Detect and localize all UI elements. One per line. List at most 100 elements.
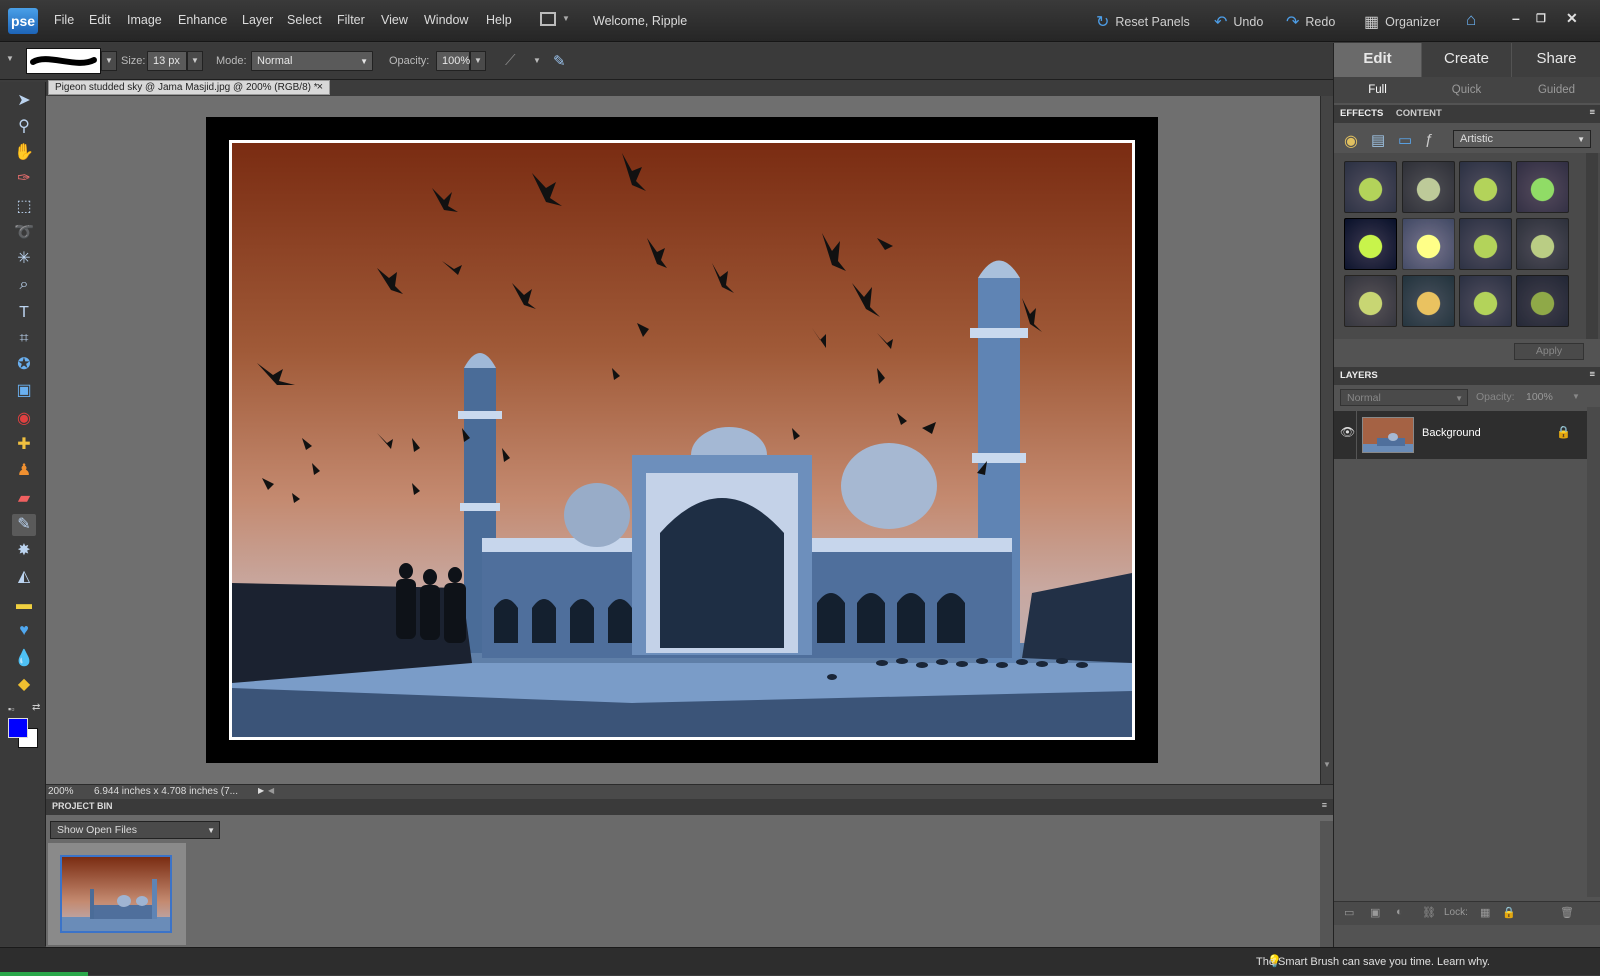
effect-thumbnail[interactable] [1516,275,1569,327]
smart-brush-hint[interactable]: The Smart Brush can save you time. Learn… [1256,956,1490,968]
lock-all-icon[interactable]: 🔒 [1502,906,1516,919]
subtab-guided[interactable]: Guided [1512,79,1600,101]
smart-brush-tool-icon[interactable]: ✸ [12,540,36,562]
reset-panels-button[interactable]: ↻ Reset Panels [1096,12,1190,32]
size-slider-dropdown[interactable]: ▼ [187,51,203,71]
effect-thumbnail[interactable] [1344,161,1397,213]
type-tool-icon[interactable]: T [12,302,36,324]
layer-name[interactable]: Background [1422,427,1481,439]
crop-tool-icon[interactable]: ⌗ [12,328,36,350]
effects-category-select[interactable]: Artistic ▼ [1453,130,1591,148]
minimize-icon[interactable]: – [1512,10,1520,26]
effect-thumbnail[interactable] [1516,161,1569,213]
chevron-down-icon[interactable]: ▼ [562,14,570,23]
zoom-tool-icon[interactable]: ⚲ [12,116,36,138]
effect-thumbnail[interactable] [1459,218,1512,270]
undo-button[interactable]: ↶ Undo [1214,12,1263,32]
marquee-tool-icon[interactable]: ⬚ [12,196,36,218]
effect-thumbnail[interactable] [1459,161,1512,213]
eye-icon[interactable]: 👁 [1340,425,1355,439]
organizer-button[interactable]: ▦ Organizer [1364,12,1440,32]
project-bin-select[interactable]: Show Open Files ▼ [50,821,220,839]
eyedropper-tool-icon[interactable]: ✑ [12,168,36,190]
brush-tool-icon[interactable]: ✎ [12,514,36,536]
blur-tool-icon[interactable]: 💧 [12,648,36,670]
half-circle-icon[interactable]: ◐ [1396,906,1403,918]
panel-menu-icon[interactable]: ≡ [1589,369,1595,380]
layer-row-background[interactable]: 👁 Background 🔒 [1334,411,1587,459]
recompose-tool-icon[interactable]: ▣ [12,380,36,402]
chevron-down-icon[interactable]: ▼ [533,56,541,65]
menu-layer[interactable]: Layer [242,13,273,27]
size-field[interactable]: 13 px [147,51,187,71]
sponge-tool-icon[interactable]: ◆ [12,674,36,696]
adjustment-layer-icon[interactable]: ▣ [1370,906,1380,919]
tab-effects[interactable]: EFFECTS [1340,108,1383,119]
status-menu-icon[interactable]: ▶ [258,786,264,795]
tab-share[interactable]: Share [1512,43,1600,77]
layer-opacity-field[interactable]: 100% [1524,389,1564,406]
tool-preset-dropdown[interactable]: ▼ [6,54,14,63]
apply-button[interactable]: Apply [1514,343,1584,360]
clone-stamp-tool-icon[interactable]: ♟ [12,460,36,482]
effect-thumbnail[interactable] [1344,275,1397,327]
panel-menu-icon[interactable]: ≡ [1322,800,1327,810]
open-file-thumbnail[interactable] [48,843,186,945]
opacity-field[interactable]: 100% [436,51,470,71]
paint-bucket-tool-icon[interactable]: ◭ [12,566,36,588]
menu-image[interactable]: Image [127,13,162,27]
menu-file[interactable]: File [54,13,74,27]
effect-thumbnail[interactable] [1344,218,1397,270]
menu-help[interactable]: Help [486,13,512,27]
layers-scrollbar[interactable] [1587,407,1600,897]
new-layer-icon[interactable]: ▭ [1344,906,1354,919]
opacity-slider-dropdown[interactable]: ▼ [470,51,486,71]
subtab-full[interactable]: Full [1334,79,1421,101]
scroll-down-icon[interactable]: ▼ [1323,760,1331,769]
foreground-color-swatch[interactable] [8,718,28,738]
mode-select[interactable]: Normal ▼ [251,51,373,71]
blend-mode-select[interactable]: Normal ▼ [1340,389,1468,406]
menu-window[interactable]: Window [424,13,468,27]
menu-edit[interactable]: Edit [89,13,111,27]
lock-transparent-icon[interactable]: ▦ [1480,906,1490,919]
brush-picker-dropdown[interactable]: ▼ [101,51,117,71]
scroll-left-icon[interactable]: ◀ [268,786,274,795]
spot-healing-tool-icon[interactable]: ✚ [12,434,36,456]
trash-icon[interactable]: 🗑 [1560,906,1574,919]
swap-colors-icon[interactable]: ⇄ [32,702,40,713]
tab-edit[interactable]: Edit [1334,43,1421,77]
menu-enhance[interactable]: Enhance [178,13,227,27]
restore-icon[interactable]: ❐ [1536,12,1546,25]
menu-filter[interactable]: Filter [337,13,365,27]
menu-view[interactable]: View [381,13,408,27]
layer-styles-icon[interactable]: ▤ [1371,131,1385,149]
chevron-down-icon[interactable]: ▼ [1572,392,1580,401]
airbrush-icon[interactable]: ⟋ [505,52,516,69]
effect-thumbnail[interactable] [1402,218,1455,270]
menu-select[interactable]: Select [287,13,322,27]
project-bin-scrollbar[interactable] [1320,821,1333,947]
red-eye-tool-icon[interactable]: ◉ [12,408,36,430]
layout-icon[interactable] [540,12,556,26]
lasso-tool-icon[interactable]: ➰ [12,222,36,244]
document-tab[interactable]: Pigeon studded sky @ Jama Masjid.jpg @ 2… [48,80,330,95]
magic-wand-tool-icon[interactable]: ✳ [12,248,36,270]
close-icon[interactable]: ✕ [1566,10,1578,27]
effect-thumbnail[interactable] [1459,275,1512,327]
effects-scrollbar[interactable] [1586,153,1598,339]
fx-icon[interactable]: ƒ [1425,131,1433,148]
custom-shape-tool-icon[interactable]: ♥ [12,620,36,642]
gradient-tool-icon[interactable]: ▬ [12,594,36,616]
effect-thumbnail[interactable] [1402,161,1455,213]
cookie-cutter-tool-icon[interactable]: ✪ [12,354,36,376]
home-icon[interactable]: ⌂ [1466,10,1476,30]
redo-button[interactable]: ↷ Redo [1286,12,1335,32]
tablet-brush-icon[interactable]: ✎ [553,52,566,70]
link-icon[interactable]: ⛓ [1422,906,1436,919]
hand-tool-icon[interactable]: ✋ [12,142,36,164]
filters-icon[interactable]: ◉ [1344,131,1358,151]
photo-effects-icon[interactable]: ▭ [1398,131,1412,149]
tab-create[interactable]: Create [1422,43,1511,77]
move-tool-icon[interactable]: ➤ [12,90,36,112]
